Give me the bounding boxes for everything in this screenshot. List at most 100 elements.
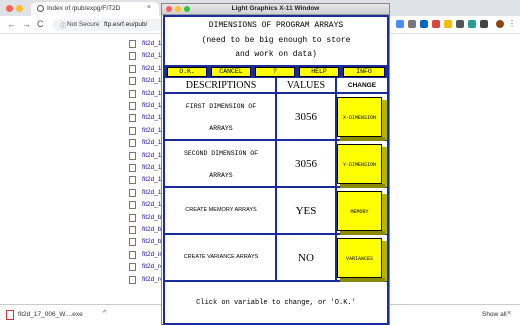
row-value[interactable]: YES xyxy=(277,205,335,217)
reload-button[interactable]: C xyxy=(37,19,44,29)
file-icon xyxy=(129,164,136,172)
variances-label: VARIANCES xyxy=(337,238,382,278)
row-value[interactable]: 3056 xyxy=(277,111,335,123)
x-dimension-button[interactable]: X-DIMENSION xyxy=(337,97,387,142)
file-icon xyxy=(129,226,136,234)
extension-icon[interactable] xyxy=(468,20,476,28)
row-description-line: CREATE VARIANCE ARRAYS xyxy=(183,254,259,260)
extension-icon[interactable] xyxy=(432,20,440,28)
question-button[interactable]: ? xyxy=(255,67,295,77)
dialog-heading: DIMENSIONS OF PROGRAM ARRAYS (need to be… xyxy=(165,17,387,65)
list-item[interactable]: fit2d_re xyxy=(0,261,165,274)
row-value[interactable]: 3056 xyxy=(277,158,335,170)
x11-window-title: Light Graphics X-11 Window xyxy=(231,5,320,12)
list-item[interactable]: fit2d_be xyxy=(0,212,165,225)
file-icon xyxy=(129,77,136,86)
minimize-window-icon[interactable] xyxy=(16,5,23,12)
list-item[interactable]: fit2d_14 xyxy=(0,112,165,125)
list-item[interactable]: fit2d_16 xyxy=(0,137,165,150)
list-item[interactable]: fit2d_17 xyxy=(0,162,165,175)
list-item[interactable]: fit2d_re xyxy=(0,274,165,287)
cancel-button[interactable]: CANCEL xyxy=(211,67,251,77)
row-description-line: SECOND DIMENSION OF xyxy=(183,150,259,157)
extension-icon[interactable] xyxy=(456,20,464,28)
file-icon xyxy=(129,176,136,185)
descriptions-header: DESCRIPTIONS xyxy=(185,80,257,91)
globe-icon xyxy=(37,5,44,12)
more-menu-icon[interactable]: ⋮ xyxy=(508,19,516,28)
executable-file-icon xyxy=(129,263,136,272)
file-icon xyxy=(129,151,136,160)
list-item[interactable]: fit2d_12 xyxy=(0,75,165,88)
row-description-line: ARRAYS xyxy=(209,125,233,132)
extension-icon[interactable] xyxy=(444,20,452,28)
list-item[interactable]: fit2d_be xyxy=(0,236,165,249)
row-description-line: ARRAYS xyxy=(209,172,233,179)
file-list: fit2d_12 fit2d_12 fit2d_12 fit2d_12 fit2d_12… xyxy=(0,34,165,296)
list-item[interactable]: fit2d_12 xyxy=(0,50,165,63)
file-icon xyxy=(129,139,136,148)
url-text: ftp.esrf.eu/pub/ xyxy=(104,21,148,28)
address-separator: | xyxy=(98,21,100,28)
list-item[interactable]: fit2d_14 xyxy=(0,100,165,113)
button-bevel xyxy=(382,100,387,140)
info-button[interactable]: INFO xyxy=(343,67,385,77)
row-value[interactable]: NO xyxy=(277,252,335,264)
file-icon xyxy=(129,102,136,110)
dialog-content: DIMENSIONS OF PROGRAM ARRAYS (need to be… xyxy=(163,15,389,325)
list-item[interactable]: fit2d_17 xyxy=(0,199,165,212)
executable-file-icon xyxy=(129,250,136,259)
y-dimension-button[interactable]: Y-DIMENSION xyxy=(337,144,387,189)
file-icon xyxy=(129,275,136,284)
download-filename[interactable]: fit2d_17_006_W....exe xyxy=(18,311,83,318)
list-item[interactable]: fit2d_12 xyxy=(0,38,165,51)
close-window-icon[interactable] xyxy=(6,5,13,12)
file-icon xyxy=(129,238,136,247)
file-icon xyxy=(129,213,136,222)
file-icon xyxy=(129,89,136,98)
file-icon xyxy=(6,310,14,320)
memory-label: MEMORY xyxy=(337,191,382,231)
list-item[interactable]: fit2d_17 xyxy=(0,150,165,163)
heading-line: DIMENSIONS OF PROGRAM ARRAYS xyxy=(208,21,344,30)
file-icon xyxy=(129,126,136,135)
extension-icon[interactable] xyxy=(408,20,416,28)
x11-titlebar[interactable]: Light Graphics X-11 Window xyxy=(162,4,389,15)
list-item[interactable]: fit2d_be xyxy=(0,224,165,237)
download-bar-close-icon[interactable]: × xyxy=(507,310,511,317)
avatar[interactable] xyxy=(496,20,504,28)
button-bevel xyxy=(382,194,387,234)
memory-button[interactable]: MEMORY xyxy=(337,191,387,236)
show-all-link[interactable]: Show all xyxy=(482,311,507,318)
y-dimension-label: Y-DIMENSION xyxy=(337,144,382,184)
back-button[interactable]: ← xyxy=(7,19,16,29)
instruction-text: Click on variable to change, or 'O.K.' xyxy=(196,299,356,307)
list-item[interactable]: fit2d_17 xyxy=(0,187,165,200)
list-item[interactable]: fit2d_17 xyxy=(0,174,165,187)
help-button[interactable]: HELP xyxy=(299,67,339,77)
extension-icon[interactable] xyxy=(396,20,404,28)
heading-line: and work on data) xyxy=(235,50,317,59)
extension-icon[interactable] xyxy=(480,20,488,28)
values-header: VALUES xyxy=(286,80,326,91)
x-dimension-label: X-DIMENSION xyxy=(337,97,382,137)
tab-close-icon[interactable]: × xyxy=(147,4,151,11)
list-item[interactable]: fit2d_im xyxy=(0,249,165,262)
file-icon xyxy=(129,40,136,48)
list-item[interactable]: fit2d_12 xyxy=(0,63,165,76)
row-description-line: CREATE MEMORY ARRAYS xyxy=(185,207,257,213)
browser-tab[interactable]: Index of /pub/expg/FIT2D × xyxy=(31,2,159,16)
tab-title: Index of /pub/expg/FIT2D xyxy=(47,5,121,12)
linkedin-icon[interactable] xyxy=(420,20,428,28)
x11-window: Light Graphics X-11 Window DIMENSIONS OF… xyxy=(161,3,390,325)
button-bar: O.K. CANCEL ? HELP INFO xyxy=(165,65,387,78)
file-icon xyxy=(129,64,136,73)
forward-button[interactable]: → xyxy=(22,19,31,29)
file-icon xyxy=(129,201,136,210)
button-bevel xyxy=(382,147,387,187)
download-menu-icon[interactable]: ^ xyxy=(103,310,106,317)
variances-button[interactable]: VARIANCES xyxy=(337,238,387,283)
list-item[interactable]: fit2d_16 xyxy=(0,125,165,138)
ok-button[interactable]: O.K. xyxy=(167,67,207,77)
list-item[interactable]: fit2d_12 xyxy=(0,88,165,101)
